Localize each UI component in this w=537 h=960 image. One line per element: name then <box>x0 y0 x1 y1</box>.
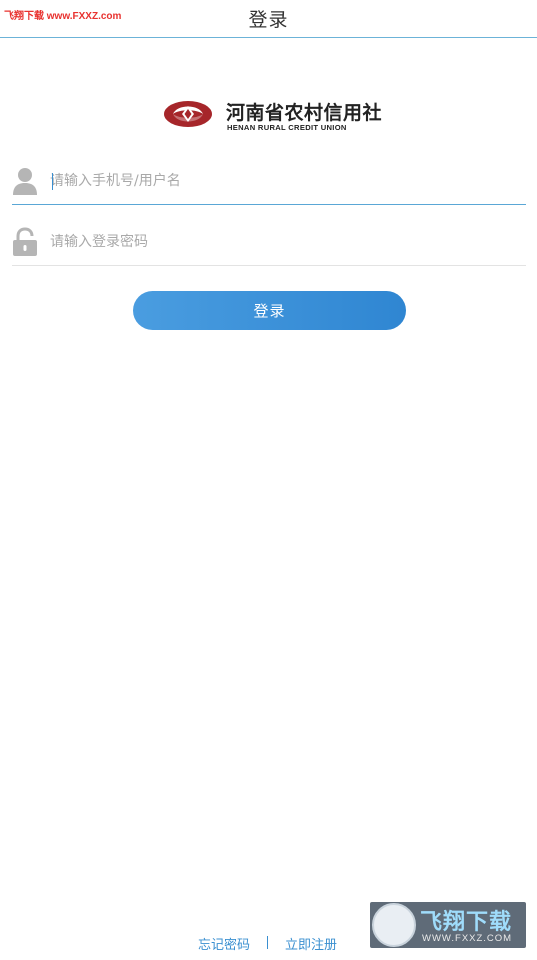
text-cursor <box>52 173 53 190</box>
watermark-badge-cn: 飞翔下载 <box>420 910 513 935</box>
lock-icon <box>13 227 37 256</box>
login-page: 飞翔下载 www.FXXZ.com 登录 河南省农村信用社 HENAN RURA… <box>0 0 537 960</box>
footer-divider <box>267 936 268 949</box>
password-input[interactable] <box>50 228 510 256</box>
watermark-logo-icon <box>372 903 416 947</box>
username-input[interactable] <box>50 167 510 195</box>
user-icon <box>13 168 37 195</box>
register-link[interactable]: 立即注册 <box>285 934 337 953</box>
bank-name-en: HENAN RURAL CREDIT UNION <box>227 123 347 132</box>
watermark-badge-en: WWW.FXXZ.COM <box>422 933 513 944</box>
login-button[interactable]: 登录 <box>133 291 406 330</box>
forgot-password-link[interactable]: 忘记密码 <box>198 934 250 953</box>
bank-logo: 河南省农村信用社 HENAN RURAL CREDIT UNION <box>163 96 382 136</box>
username-row <box>12 157 526 205</box>
bank-name-cn: 河南省农村信用社 <box>226 102 383 124</box>
watermark-badge: 飞翔下载 WWW.FXXZ.COM <box>370 902 526 948</box>
app-header: 飞翔下载 www.FXXZ.com 登录 <box>0 0 537 38</box>
page-title: 登录 <box>248 9 289 31</box>
hnrcu-logo-icon <box>164 101 212 127</box>
password-row <box>12 218 526 266</box>
